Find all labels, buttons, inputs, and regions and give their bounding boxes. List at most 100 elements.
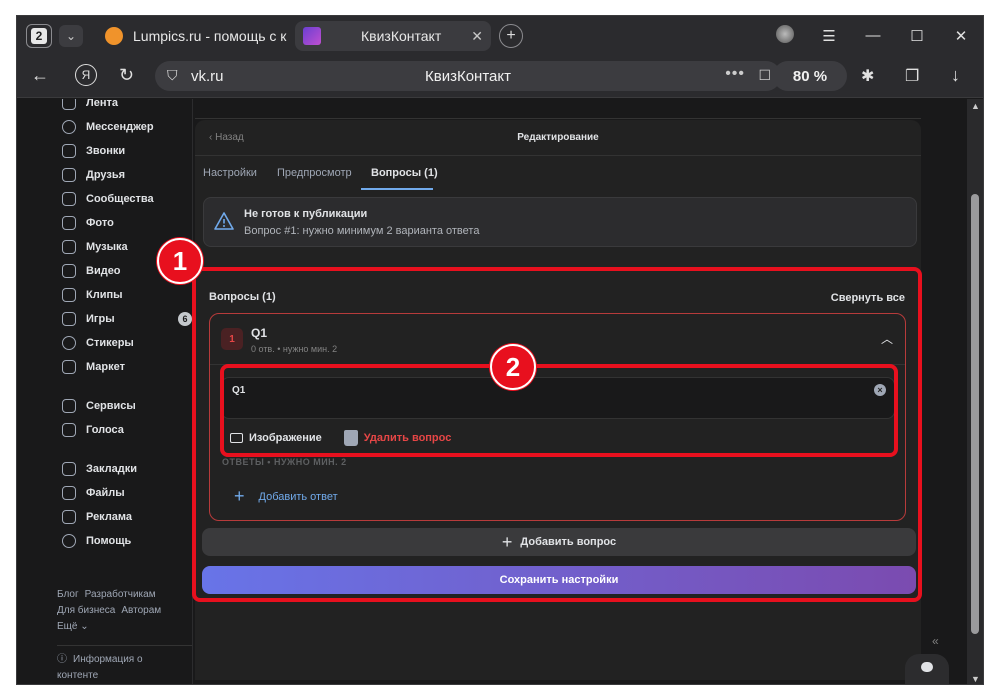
scroll-thumb[interactable] (971, 194, 979, 634)
games-count-badge: 6 (178, 312, 192, 326)
sidebar-item-label: Стикеры (86, 337, 134, 349)
sidebar-item-market[interactable]: Маркет (57, 355, 192, 379)
chat-button[interactable] (905, 654, 949, 684)
address-bar: ← Я ↻ ⛉ vk.ru КвизКонтакт ••• ☐ 80 % ✱ ❐… (17, 55, 983, 98)
yandex-icon[interactable]: Я (75, 64, 97, 86)
sidebar-item-friends[interactable]: Друзья (57, 163, 192, 187)
sidebar-item-label: Файлы (86, 487, 125, 499)
page-scrollbar[interactable]: ▲ ▼ (967, 99, 983, 684)
sidebar-item-photos[interactable]: Фото (57, 211, 192, 235)
menu-icon[interactable]: ☰ (807, 27, 851, 45)
megaphone-icon (62, 510, 76, 524)
phone-icon (62, 144, 76, 158)
profile-avatar-icon[interactable] (763, 24, 807, 47)
url-field[interactable]: ⛉ vk.ru КвизКонтакт ••• ☐ (155, 61, 781, 91)
clips-icon (62, 288, 76, 302)
sidebar-item-label: Видео (86, 265, 121, 277)
footer-link-developers[interactable]: Разработчикам (85, 589, 156, 600)
sidebar-item-label: Реклама (86, 511, 133, 523)
sidebar-item-games[interactable]: Игры 6 (57, 307, 192, 331)
back-arrow-icon[interactable]: ← (31, 65, 49, 86)
lumpics-favicon-icon (105, 27, 123, 45)
warning-title: Не готов к публикации (244, 208, 368, 220)
more-dots-icon[interactable]: ••• (725, 65, 745, 83)
tab-settings[interactable]: Настройки (203, 167, 257, 179)
sidebar-item-label: Звонки (86, 145, 126, 157)
content-info-link[interactable]: Информация о контенте (57, 654, 143, 681)
sidebar-item-calls[interactable]: Звонки (57, 139, 192, 163)
sidebar-item-bookmarks[interactable]: Закладки (57, 457, 192, 481)
photo-icon (62, 216, 76, 230)
tab-bar: 2 ⌄ Lumpics.ru - помощь с ко КвизКонтакт… (17, 16, 983, 55)
collections-icon[interactable]: ❐ (905, 66, 919, 86)
sidebar: Лента Мессенджер Звонки Друзья Сообщества Фот… (57, 99, 192, 553)
scroll-down-icon[interactable]: ▼ (971, 674, 980, 684)
footer-link-more[interactable]: Ещё ⌄ (57, 621, 89, 632)
chat-icon (921, 662, 933, 672)
sidebar-item-label: Игры (86, 313, 115, 325)
sidebar-item-label: Сообщества (86, 193, 154, 205)
friends-icon (62, 168, 76, 182)
zoom-button[interactable]: 80 % (773, 61, 847, 91)
sidebar-item-ads[interactable]: Реклама (57, 505, 192, 529)
bag-icon (62, 360, 76, 374)
voice-icon (62, 423, 76, 437)
tab-title: КвизКонтакт (361, 28, 442, 44)
tab-quizcontact[interactable]: КвизКонтакт ✕ (295, 21, 491, 51)
services-icon (62, 399, 76, 413)
warning-banner: Не готов к публикации Вопрос #1: нужно м… (203, 197, 917, 247)
communities-icon (62, 192, 76, 206)
sidebar-item-label: Друзья (86, 169, 126, 181)
help-icon (62, 534, 76, 548)
sidebar-item-feed[interactable]: Лента (57, 99, 192, 115)
footer-link-authors[interactable]: Авторам (121, 605, 161, 616)
sidebar-item-stickers[interactable]: Стикеры (57, 331, 192, 355)
sidebar-item-services[interactable]: Сервисы (57, 394, 192, 418)
page-title: КвизКонтакт (425, 68, 511, 85)
sidebar-item-clips[interactable]: Клипы (57, 283, 192, 307)
collapse-sidebar-icon[interactable]: « (932, 634, 939, 648)
gamepad-icon (62, 312, 76, 326)
music-icon (62, 240, 76, 254)
quiz-favicon-icon (303, 27, 321, 45)
tab-lumpics[interactable]: Lumpics.ru - помощь с ко (97, 21, 287, 51)
chat-icon (62, 120, 76, 134)
maximize-icon[interactable]: ☐ (895, 27, 939, 45)
editor-tabs: Настройки Предпросмотр Вопросы (1) (195, 156, 921, 190)
download-icon[interactable]: ↓ (951, 65, 960, 86)
scroll-up-icon[interactable]: ▲ (971, 101, 980, 111)
footer-link-blog[interactable]: Блог (57, 589, 79, 600)
close-window-icon[interactable]: ✕ (939, 27, 983, 45)
extensions-icon[interactable]: ✱ (861, 66, 874, 86)
editor-header: ‹ Назад Редактирование (195, 120, 921, 156)
minimize-icon[interactable]: — (851, 27, 895, 44)
sidebar-item-help[interactable]: Помощь (57, 529, 192, 553)
close-tab-icon[interactable]: ✕ (471, 28, 483, 45)
new-tab-button[interactable]: + (499, 24, 523, 48)
sidebar-item-messenger[interactable]: Мессенджер (57, 115, 192, 139)
sidebar-item-label: Помощь (86, 535, 132, 547)
sidebar-item-communities[interactable]: Сообщества (57, 187, 192, 211)
sidebar-item-label: Музыка (86, 241, 128, 253)
annotation-marker-1: 1 (157, 238, 203, 284)
tab-list-dropdown-icon[interactable]: ⌄ (59, 25, 83, 47)
tab-preview[interactable]: Предпросмотр (277, 167, 352, 179)
info-icon: ⓘ (57, 654, 67, 665)
zoom-level: 80 % (792, 67, 828, 85)
warning-text: Вопрос #1: нужно минимум 2 варианта отве… (244, 225, 480, 237)
footer-link-business[interactable]: Для бизнеса (57, 605, 115, 616)
tab-questions[interactable]: Вопросы (1) (371, 167, 438, 179)
bookmark-icon (62, 462, 76, 476)
bookmark-icon[interactable]: ☐ (758, 67, 771, 84)
sidebar-item-files[interactable]: Файлы (57, 481, 192, 505)
news-icon (62, 99, 76, 110)
sidebar-item-label: Закладки (86, 463, 138, 475)
sidebar-item-label: Фото (86, 217, 114, 229)
tab-title: Lumpics.ru - помощь с ко (133, 28, 287, 44)
sidebar-item-label: Клипы (86, 289, 123, 301)
sticker-icon (62, 336, 76, 350)
sidebar-item-label: Голоса (86, 424, 124, 436)
tab-count-button[interactable]: 2 (26, 24, 52, 48)
sidebar-item-votes[interactable]: Голоса (57, 418, 192, 442)
reload-icon[interactable]: ↻ (119, 65, 134, 86)
